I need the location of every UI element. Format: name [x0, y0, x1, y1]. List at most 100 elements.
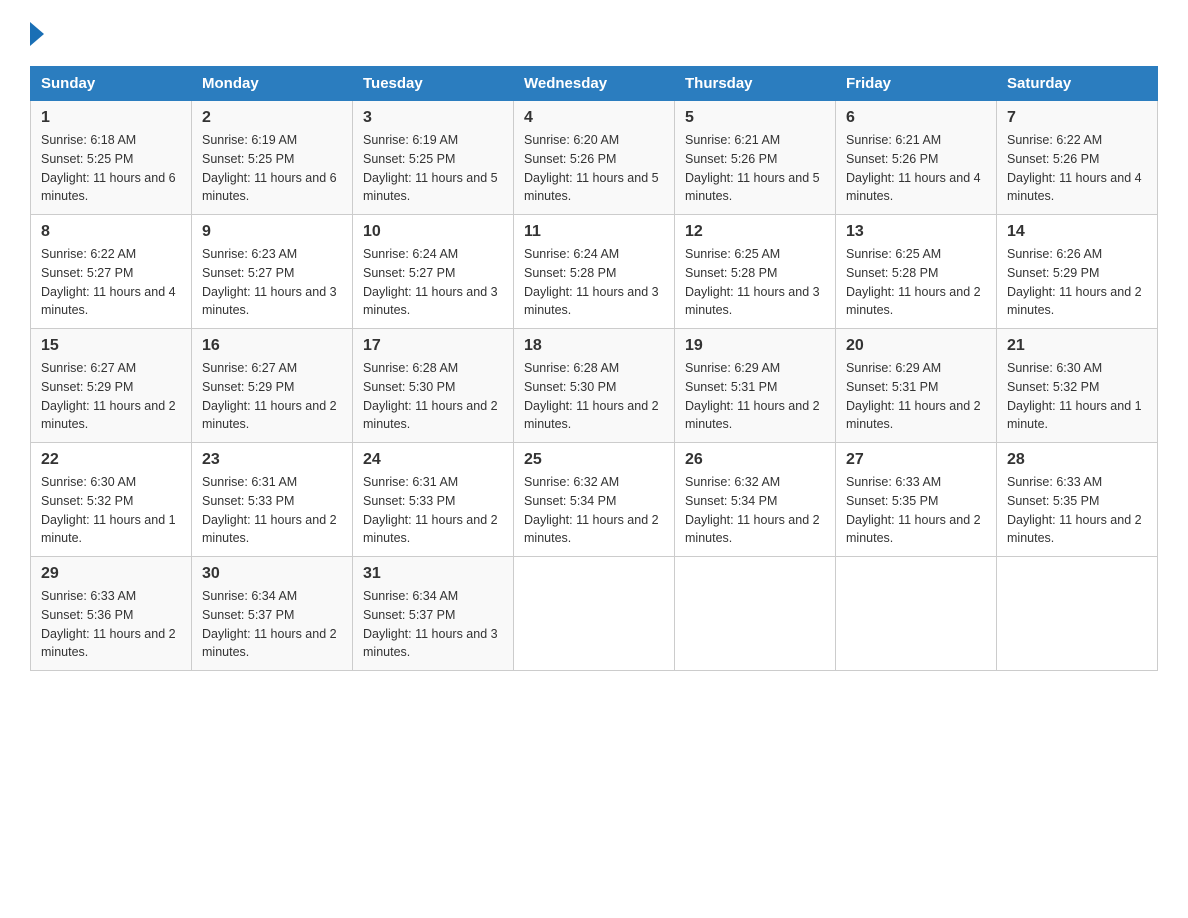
day-number: 16: [202, 337, 342, 355]
day-info: Sunrise: 6:22 AM Sunset: 5:27 PM Dayligh…: [41, 245, 181, 320]
day-info: Sunrise: 6:21 AM Sunset: 5:26 PM Dayligh…: [685, 131, 825, 206]
day-info: Sunrise: 6:22 AM Sunset: 5:26 PM Dayligh…: [1007, 131, 1147, 206]
day-number: 19: [685, 337, 825, 355]
calendar-cell: 9 Sunrise: 6:23 AM Sunset: 5:27 PM Dayli…: [192, 215, 353, 329]
day-number: 18: [524, 337, 664, 355]
day-number: 11: [524, 223, 664, 241]
calendar-cell: 20 Sunrise: 6:29 AM Sunset: 5:31 PM Dayl…: [836, 329, 997, 443]
day-number: 27: [846, 451, 986, 469]
week-row-1: 1 Sunrise: 6:18 AM Sunset: 5:25 PM Dayli…: [31, 101, 1158, 215]
calendar-cell: 4 Sunrise: 6:20 AM Sunset: 5:26 PM Dayli…: [514, 101, 675, 215]
day-info: Sunrise: 6:25 AM Sunset: 5:28 PM Dayligh…: [846, 245, 986, 320]
calendar-cell: 21 Sunrise: 6:30 AM Sunset: 5:32 PM Dayl…: [997, 329, 1158, 443]
day-number: 12: [685, 223, 825, 241]
header-friday: Friday: [836, 67, 997, 101]
calendar-cell: 18 Sunrise: 6:28 AM Sunset: 5:30 PM Dayl…: [514, 329, 675, 443]
day-number: 7: [1007, 109, 1147, 127]
calendar-cell: 26 Sunrise: 6:32 AM Sunset: 5:34 PM Dayl…: [675, 443, 836, 557]
calendar-cell: 10 Sunrise: 6:24 AM Sunset: 5:27 PM Dayl…: [353, 215, 514, 329]
day-info: Sunrise: 6:21 AM Sunset: 5:26 PM Dayligh…: [846, 131, 986, 206]
day-info: Sunrise: 6:25 AM Sunset: 5:28 PM Dayligh…: [685, 245, 825, 320]
day-number: 5: [685, 109, 825, 127]
day-number: 9: [202, 223, 342, 241]
day-info: Sunrise: 6:34 AM Sunset: 5:37 PM Dayligh…: [363, 587, 503, 662]
calendar-cell: 23 Sunrise: 6:31 AM Sunset: 5:33 PM Dayl…: [192, 443, 353, 557]
day-info: Sunrise: 6:24 AM Sunset: 5:28 PM Dayligh…: [524, 245, 664, 320]
day-number: 2: [202, 109, 342, 127]
calendar-cell: 27 Sunrise: 6:33 AM Sunset: 5:35 PM Dayl…: [836, 443, 997, 557]
calendar-cell: 11 Sunrise: 6:24 AM Sunset: 5:28 PM Dayl…: [514, 215, 675, 329]
day-info: Sunrise: 6:31 AM Sunset: 5:33 PM Dayligh…: [363, 473, 503, 548]
day-info: Sunrise: 6:19 AM Sunset: 5:25 PM Dayligh…: [363, 131, 503, 206]
day-info: Sunrise: 6:26 AM Sunset: 5:29 PM Dayligh…: [1007, 245, 1147, 320]
calendar-cell: 28 Sunrise: 6:33 AM Sunset: 5:35 PM Dayl…: [997, 443, 1158, 557]
day-number: 1: [41, 109, 181, 127]
day-number: 17: [363, 337, 503, 355]
calendar-cell: 13 Sunrise: 6:25 AM Sunset: 5:28 PM Dayl…: [836, 215, 997, 329]
day-number: 26: [685, 451, 825, 469]
day-number: 3: [363, 109, 503, 127]
calendar-cell: 14 Sunrise: 6:26 AM Sunset: 5:29 PM Dayl…: [997, 215, 1158, 329]
page-header: [30, 20, 1158, 46]
calendar-cell: 8 Sunrise: 6:22 AM Sunset: 5:27 PM Dayli…: [31, 215, 192, 329]
week-row-4: 22 Sunrise: 6:30 AM Sunset: 5:32 PM Dayl…: [31, 443, 1158, 557]
day-info: Sunrise: 6:33 AM Sunset: 5:35 PM Dayligh…: [846, 473, 986, 548]
day-number: 29: [41, 565, 181, 583]
calendar-cell: 19 Sunrise: 6:29 AM Sunset: 5:31 PM Dayl…: [675, 329, 836, 443]
calendar-cell: 24 Sunrise: 6:31 AM Sunset: 5:33 PM Dayl…: [353, 443, 514, 557]
day-number: 21: [1007, 337, 1147, 355]
header-wednesday: Wednesday: [514, 67, 675, 101]
day-info: Sunrise: 6:31 AM Sunset: 5:33 PM Dayligh…: [202, 473, 342, 548]
calendar-cell: 25 Sunrise: 6:32 AM Sunset: 5:34 PM Dayl…: [514, 443, 675, 557]
header-monday: Monday: [192, 67, 353, 101]
day-info: Sunrise: 6:28 AM Sunset: 5:30 PM Dayligh…: [524, 359, 664, 434]
day-info: Sunrise: 6:29 AM Sunset: 5:31 PM Dayligh…: [846, 359, 986, 434]
calendar-cell: 30 Sunrise: 6:34 AM Sunset: 5:37 PM Dayl…: [192, 557, 353, 671]
header-sunday: Sunday: [31, 67, 192, 101]
header-saturday: Saturday: [997, 67, 1158, 101]
calendar-cell: 29 Sunrise: 6:33 AM Sunset: 5:36 PM Dayl…: [31, 557, 192, 671]
day-info: Sunrise: 6:32 AM Sunset: 5:34 PM Dayligh…: [524, 473, 664, 548]
day-info: Sunrise: 6:24 AM Sunset: 5:27 PM Dayligh…: [363, 245, 503, 320]
day-number: 28: [1007, 451, 1147, 469]
calendar-cell: 12 Sunrise: 6:25 AM Sunset: 5:28 PM Dayl…: [675, 215, 836, 329]
calendar-cell: 22 Sunrise: 6:30 AM Sunset: 5:32 PM Dayl…: [31, 443, 192, 557]
calendar-cell: 1 Sunrise: 6:18 AM Sunset: 5:25 PM Dayli…: [31, 101, 192, 215]
day-number: 25: [524, 451, 664, 469]
day-info: Sunrise: 6:33 AM Sunset: 5:35 PM Dayligh…: [1007, 473, 1147, 548]
day-number: 30: [202, 565, 342, 583]
calendar-cell: [836, 557, 997, 671]
day-info: Sunrise: 6:20 AM Sunset: 5:26 PM Dayligh…: [524, 131, 664, 206]
calendar-cell: 17 Sunrise: 6:28 AM Sunset: 5:30 PM Dayl…: [353, 329, 514, 443]
calendar-cell: 3 Sunrise: 6:19 AM Sunset: 5:25 PM Dayli…: [353, 101, 514, 215]
calendar-cell: [997, 557, 1158, 671]
day-number: 15: [41, 337, 181, 355]
logo-arrow-icon: [30, 22, 44, 46]
day-number: 8: [41, 223, 181, 241]
day-info: Sunrise: 6:34 AM Sunset: 5:37 PM Dayligh…: [202, 587, 342, 662]
day-info: Sunrise: 6:30 AM Sunset: 5:32 PM Dayligh…: [1007, 359, 1147, 434]
calendar-cell: 15 Sunrise: 6:27 AM Sunset: 5:29 PM Dayl…: [31, 329, 192, 443]
day-number: 20: [846, 337, 986, 355]
day-number: 24: [363, 451, 503, 469]
day-info: Sunrise: 6:27 AM Sunset: 5:29 PM Dayligh…: [202, 359, 342, 434]
week-row-5: 29 Sunrise: 6:33 AM Sunset: 5:36 PM Dayl…: [31, 557, 1158, 671]
calendar-cell: 5 Sunrise: 6:21 AM Sunset: 5:26 PM Dayli…: [675, 101, 836, 215]
calendar-cell: 7 Sunrise: 6:22 AM Sunset: 5:26 PM Dayli…: [997, 101, 1158, 215]
day-info: Sunrise: 6:18 AM Sunset: 5:25 PM Dayligh…: [41, 131, 181, 206]
day-number: 22: [41, 451, 181, 469]
header-tuesday: Tuesday: [353, 67, 514, 101]
day-info: Sunrise: 6:27 AM Sunset: 5:29 PM Dayligh…: [41, 359, 181, 434]
day-number: 6: [846, 109, 986, 127]
day-number: 23: [202, 451, 342, 469]
calendar-cell: 16 Sunrise: 6:27 AM Sunset: 5:29 PM Dayl…: [192, 329, 353, 443]
calendar-cell: 31 Sunrise: 6:34 AM Sunset: 5:37 PM Dayl…: [353, 557, 514, 671]
day-info: Sunrise: 6:33 AM Sunset: 5:36 PM Dayligh…: [41, 587, 181, 662]
week-row-3: 15 Sunrise: 6:27 AM Sunset: 5:29 PM Dayl…: [31, 329, 1158, 443]
header-thursday: Thursday: [675, 67, 836, 101]
day-number: 31: [363, 565, 503, 583]
day-info: Sunrise: 6:23 AM Sunset: 5:27 PM Dayligh…: [202, 245, 342, 320]
calendar-header-row: SundayMondayTuesdayWednesdayThursdayFrid…: [31, 67, 1158, 101]
calendar-cell: [514, 557, 675, 671]
calendar-cell: 6 Sunrise: 6:21 AM Sunset: 5:26 PM Dayli…: [836, 101, 997, 215]
